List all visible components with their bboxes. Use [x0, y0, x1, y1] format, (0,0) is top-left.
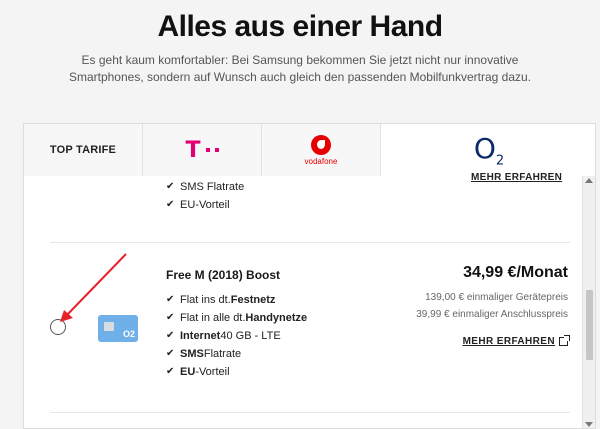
divider — [50, 412, 570, 413]
previous-plan-more-link[interactable]: MEHR ERFAHREN — [471, 172, 562, 183]
list-item: ✔ Flat in alle dt. Handynetze — [166, 309, 307, 327]
check-icon: ✔ — [166, 199, 175, 210]
telekom-logo-icon: T — [185, 138, 219, 163]
external-link-icon — [559, 335, 570, 346]
plan-price: 34,99 €/Monat — [463, 264, 568, 281]
plan-features: ✔ Flat ins dt. Festnetz ✔ Flat in alle d… — [166, 291, 307, 381]
red-arrow-annotation — [60, 253, 127, 322]
tab-telekom[interactable]: T — [143, 124, 262, 176]
divider — [50, 242, 570, 243]
scroll-up-icon[interactable] — [585, 178, 593, 183]
more-info-label: MEHR ERFAHREN — [462, 336, 555, 347]
check-icon: ✔ — [166, 181, 175, 192]
vodafone-logo-icon: vodafone — [305, 134, 337, 166]
o2-logo-icon: O2 — [473, 131, 505, 169]
tab-vodafone[interactable]: vodafone — [262, 124, 381, 176]
tab-top-tarife-label: TOP TARIFE — [49, 144, 117, 156]
device-price: 139,00 € einmaliger Gerätepreis — [425, 292, 568, 303]
check-icon: ✔ — [166, 330, 175, 341]
tab-top-tarife[interactable]: TOP TARIFE — [24, 124, 143, 176]
list-item: ✔ Internet 40 GB - LTE — [166, 327, 307, 345]
scroll-down-icon[interactable] — [585, 422, 593, 427]
check-icon: ✔ — [166, 366, 175, 377]
tab-o2[interactable]: O2 — [381, 124, 595, 176]
list-item: ✔ SMS Flatrate — [166, 178, 244, 196]
check-icon: ✔ — [166, 348, 175, 359]
previous-plan-features: ✔ SMS Flatrate ✔ EU-Vorteil — [166, 178, 244, 214]
more-info-link[interactable]: MEHR ERFAHREN — [462, 335, 570, 347]
list-item: ✔ SMS Flatrate — [166, 345, 307, 363]
connection-price: 39,99 € einmaliger Anschlusspreis — [416, 309, 568, 320]
plan-name: Free M (2018) Boost — [166, 268, 281, 282]
list-item: ✔ Flat ins dt. Festnetz — [166, 291, 307, 309]
check-icon: ✔ — [166, 312, 175, 323]
list-item: ✔ EU-Vorteil — [166, 363, 307, 381]
page-title: Alles aus einer Hand — [157, 10, 443, 43]
check-icon: ✔ — [166, 294, 175, 305]
provider-tabs: TOP TARIFE T vodafone O2 — [24, 124, 595, 176]
scrollbar[interactable] — [582, 176, 595, 428]
intro-text: Es geht kaum komfortabler: Bei Samsung b… — [68, 53, 532, 84]
list-item: ✔ EU-Vorteil — [166, 196, 244, 214]
scrollbar-thumb[interactable] — [586, 290, 593, 360]
